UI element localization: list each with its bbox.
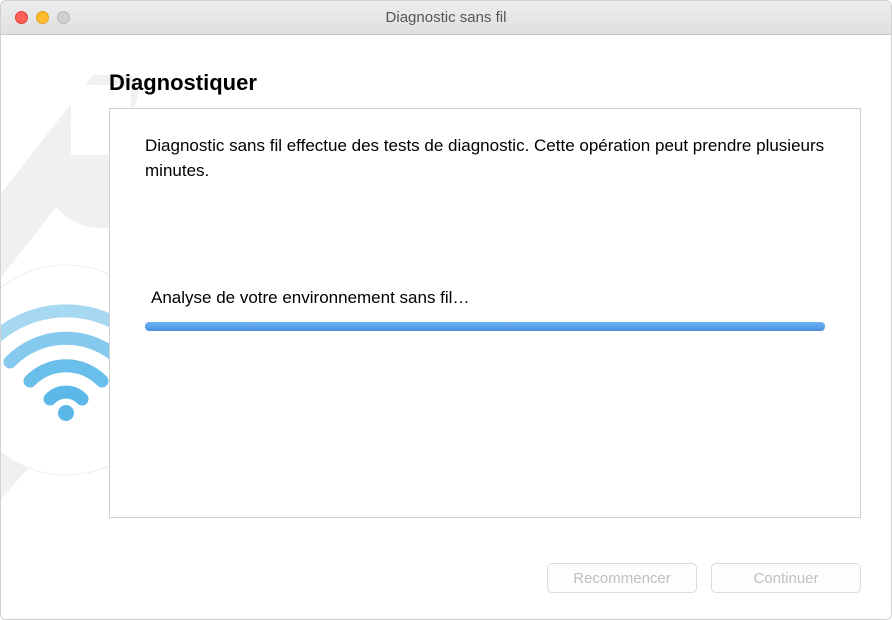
titlebar: Diagnostic sans fil [1, 1, 891, 35]
window-body: Diagnostiquer Diagnostic sans fil effect… [1, 35, 891, 619]
minimize-button[interactable] [36, 11, 49, 24]
zoom-button [57, 11, 70, 24]
continue-button[interactable]: Continuer [711, 563, 861, 593]
content-area: Diagnostiquer Diagnostic sans fil effect… [109, 70, 861, 539]
close-button[interactable] [15, 11, 28, 24]
progress-fill [145, 322, 825, 331]
progress-bar [145, 322, 825, 331]
restart-button[interactable]: Recommencer [547, 563, 697, 593]
status-text: Analyse de votre environnement sans fil… [151, 288, 825, 308]
button-row: Recommencer Continuer [547, 563, 861, 593]
traffic-lights [1, 11, 70, 24]
description-text: Diagnostic sans fil effectue des tests d… [145, 134, 825, 183]
page-title: Diagnostiquer [109, 70, 861, 96]
window-title: Diagnostic sans fil [1, 9, 891, 26]
panel: Diagnostic sans fil effectue des tests d… [109, 108, 861, 518]
window: Diagnostic sans fil Diagnostiquer [0, 0, 892, 620]
